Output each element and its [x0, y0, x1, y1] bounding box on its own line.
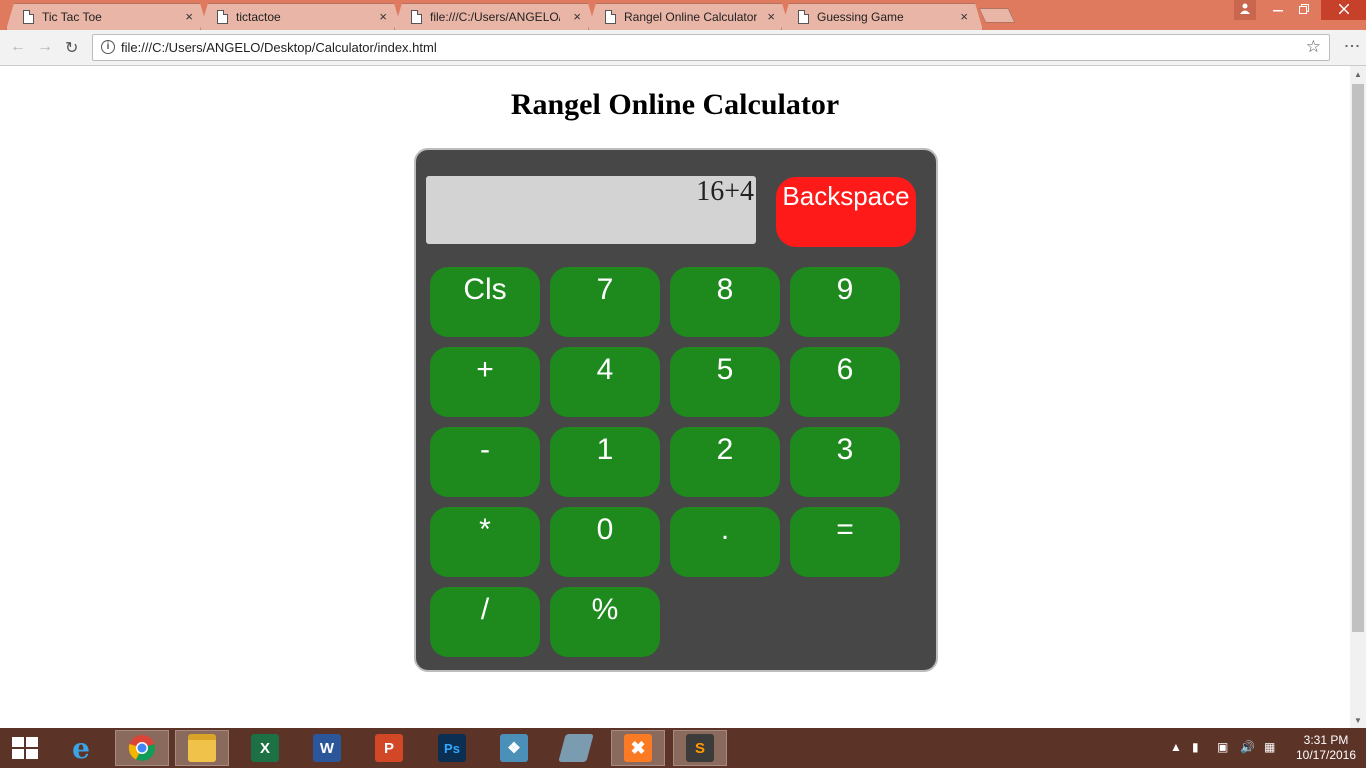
photoshop-icon: Ps: [438, 734, 466, 762]
tab-guessing-game[interactable]: Guessing Game ×: [781, 3, 983, 30]
menu-icon[interactable]: ⋮: [1342, 38, 1361, 50]
scroll-up-arrow-icon[interactable]: ▲: [1354, 70, 1362, 79]
tab-strip: Tic Tac Toe × tictactoe × file:///C:/Use…: [0, 0, 1366, 30]
taskbar-app[interactable]: [549, 730, 603, 766]
tab-file-path[interactable]: file:///C:/Users/ANGELO/ ×: [394, 3, 596, 30]
back-arrow-icon[interactable]: ←: [10, 38, 26, 56]
tab-close-icon[interactable]: ×: [379, 9, 387, 24]
taskbar-powerpoint[interactable]: P: [362, 730, 416, 766]
key-plus[interactable]: +: [430, 347, 540, 417]
info-icon[interactable]: i: [101, 40, 115, 54]
action-center-icon[interactable]: ▮: [1192, 740, 1199, 754]
taskbar-internet-explorer[interactable]: e: [54, 730, 108, 766]
chrome-icon: [128, 735, 155, 761]
start-icon[interactable]: [12, 737, 38, 759]
tab-title: Tic Tac Toe: [42, 10, 102, 24]
page-icon: [217, 10, 228, 24]
key-decimal[interactable]: .: [670, 507, 780, 577]
key-multiply[interactable]: *: [430, 507, 540, 577]
taskbar-sublime-text[interactable]: S: [673, 730, 727, 766]
key-equals[interactable]: =: [790, 507, 900, 577]
page-icon: [798, 10, 809, 24]
key-7[interactable]: 7: [550, 267, 660, 337]
tab-tictactoe[interactable]: tictactoe ×: [200, 3, 402, 30]
page-icon: [23, 10, 34, 24]
page-icon: [605, 10, 616, 24]
user-icon: [1240, 3, 1250, 14]
forward-arrow-icon[interactable]: →: [37, 38, 53, 56]
page-icon: [411, 10, 422, 24]
scroll-down-arrow-icon[interactable]: ▼: [1354, 716, 1362, 725]
taskbar-xampp[interactable]: ✖: [611, 730, 665, 766]
tab-title: Guessing Game: [817, 10, 904, 24]
new-tab-button[interactable]: [978, 8, 1016, 23]
tab-close-icon[interactable]: ×: [767, 9, 775, 24]
restore-button[interactable]: [1291, 0, 1317, 20]
file-explorer-icon: [188, 734, 216, 762]
taskbar-word[interactable]: W: [300, 730, 354, 766]
key-9[interactable]: 9: [790, 267, 900, 337]
key-5[interactable]: 5: [670, 347, 780, 417]
clock-date: 10/17/2016: [1295, 748, 1357, 762]
system-clock[interactable]: 3:31 PM 10/17/2016: [1290, 733, 1362, 763]
tab-close-icon[interactable]: ×: [573, 9, 581, 24]
tab-close-icon[interactable]: ×: [960, 9, 968, 24]
key-1[interactable]: 1: [550, 427, 660, 497]
window-close-button[interactable]: [1321, 0, 1366, 20]
tab-title: file:///C:/Users/ANGELO/: [430, 10, 560, 24]
calculator: 16+4 Backspace Cls 7 8 9 + 4 5 6 - 1 2 3…: [414, 148, 938, 672]
internet-explorer-icon: e: [72, 731, 90, 765]
bookmark-star-icon[interactable]: ☆: [1306, 37, 1321, 57]
tab-rangel-online-calculator[interactable]: Rangel Online Calculator ×: [588, 3, 790, 30]
scrollbar-thumb[interactable]: [1352, 84, 1364, 632]
key-cls[interactable]: Cls: [430, 267, 540, 337]
taskbar-excel[interactable]: X: [238, 730, 292, 766]
reload-icon[interactable]: ↻: [65, 38, 78, 58]
signal-icon[interactable]: ▦: [1264, 740, 1275, 754]
restore-icon: [1299, 4, 1309, 14]
key-8[interactable]: 8: [670, 267, 780, 337]
tab-close-icon[interactable]: ×: [185, 9, 193, 24]
key-divide[interactable]: /: [430, 587, 540, 657]
page-title: Rangel Online Calculator: [510, 88, 840, 121]
show-hidden-icons-icon[interactable]: ▲: [1170, 740, 1182, 754]
taskbar-chrome[interactable]: [115, 730, 169, 766]
taskbar-photoshop[interactable]: Ps: [425, 730, 479, 766]
network-icon[interactable]: ▣: [1217, 740, 1228, 754]
backspace-button[interactable]: Backspace: [776, 177, 916, 247]
browser-toolbar: ← → ↻ i file:///C:/Users/ANGELO/Desktop/…: [0, 30, 1366, 66]
tab-tic-tac-toe[interactable]: Tic Tac Toe ×: [6, 3, 208, 30]
key-percent[interactable]: %: [550, 587, 660, 657]
windows-taskbar: e X W P Ps ❖ ✖ S ▲ ▮ ▣ 🔊 ▦ 3:31 PM 10/17…: [0, 728, 1366, 768]
key-0[interactable]: 0: [550, 507, 660, 577]
word-icon: W: [313, 734, 341, 762]
mysql-workbench-icon: ❖: [500, 734, 528, 762]
taskbar-file-explorer[interactable]: [175, 730, 229, 766]
page-scrollbar[interactable]: ▲ ▼: [1350, 66, 1366, 728]
xampp-icon: ✖: [624, 734, 652, 762]
calculator-display[interactable]: 16+4: [426, 176, 756, 244]
close-icon: [1337, 3, 1350, 15]
address-bar[interactable]: i file:///C:/Users/ANGELO/Desktop/Calcul…: [92, 34, 1330, 61]
unknown-app-icon: [558, 734, 594, 762]
url-text[interactable]: file:///C:/Users/ANGELO/Desktop/Calculat…: [121, 40, 437, 55]
taskbar-mysql-workbench[interactable]: ❖: [487, 730, 541, 766]
page-content: Rangel Online Calculator 16+4 Backspace …: [0, 66, 1350, 728]
profile-button[interactable]: [1234, 0, 1256, 20]
sublime-text-icon: S: [686, 734, 714, 762]
key-3[interactable]: 3: [790, 427, 900, 497]
volume-icon[interactable]: 🔊: [1240, 740, 1255, 754]
clock-time: 3:31 PM: [1303, 733, 1349, 747]
tab-title: tictactoe: [236, 10, 281, 24]
tab-title: Rangel Online Calculator: [624, 10, 758, 24]
excel-icon: X: [251, 734, 279, 762]
key-4[interactable]: 4: [550, 347, 660, 417]
powerpoint-icon: P: [375, 734, 403, 762]
minimize-button[interactable]: [1265, 0, 1291, 20]
minimize-icon: [1273, 10, 1283, 12]
key-2[interactable]: 2: [670, 427, 780, 497]
key-6[interactable]: 6: [790, 347, 900, 417]
key-minus[interactable]: -: [430, 427, 540, 497]
